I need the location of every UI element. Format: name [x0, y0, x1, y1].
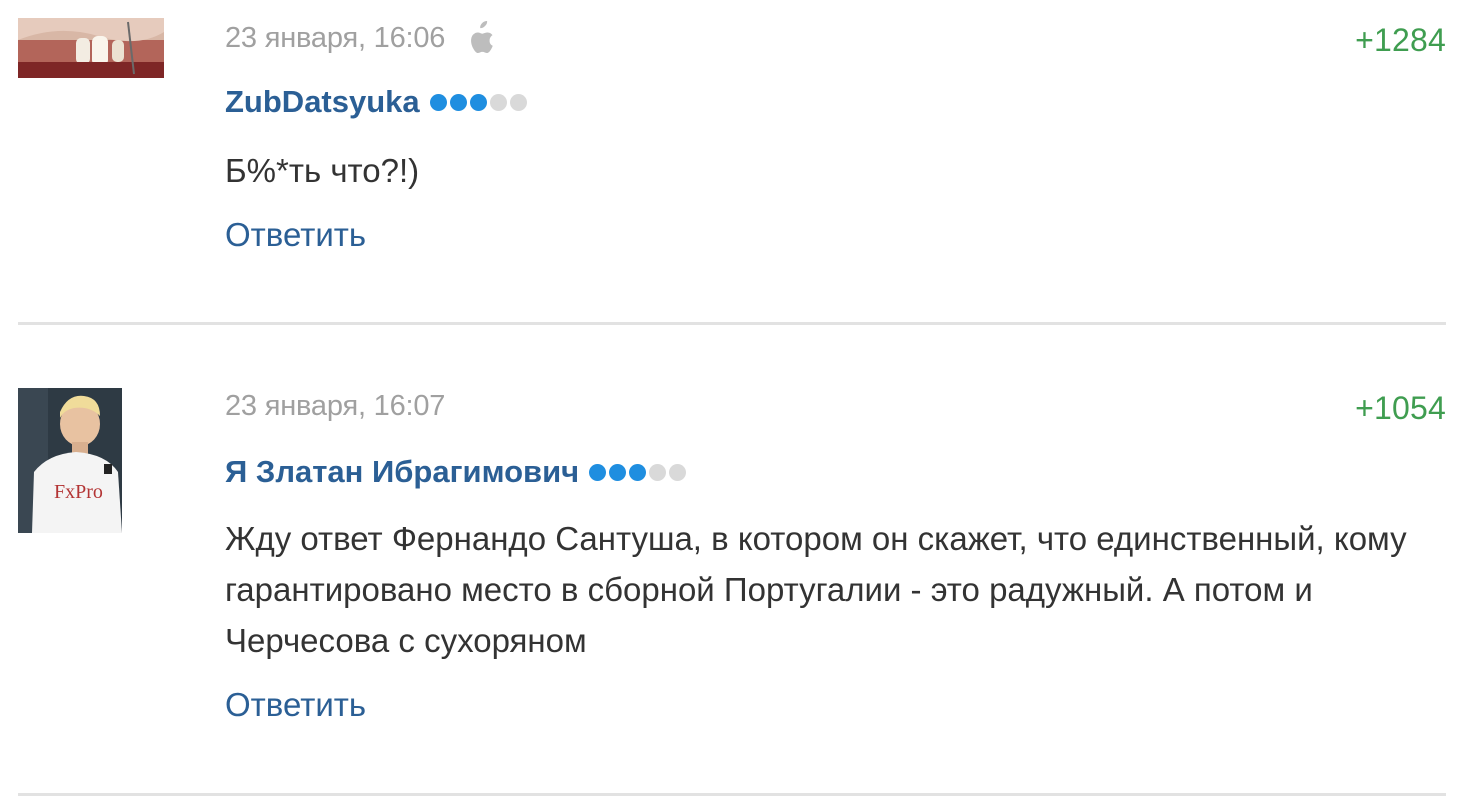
- rating-dot-filled: [589, 463, 607, 481]
- comment-item: 23 января, 16:06 +1284 ZubDatsyuka Б%*ть…: [0, 0, 1460, 326]
- comment-meta: 23 января, 16:06: [225, 16, 497, 60]
- comment-author: Я Златан Ибрагимович: [225, 450, 687, 494]
- rating-dot-filled: [629, 463, 647, 481]
- avatar[interactable]: [18, 18, 164, 78]
- rating-dot-empty: [489, 93, 507, 111]
- comment-text: Б%*ть что?!): [225, 152, 420, 189]
- comments-feed: 23 января, 16:06 +1284 ZubDatsyuka Б%*ть…: [0, 0, 1460, 807]
- avatar-image: [18, 18, 164, 78]
- comment-divider: [18, 322, 1446, 325]
- rating-dot-filled: [609, 463, 627, 481]
- avatar-image: FxPro: [18, 388, 122, 533]
- comment-item: FxPro 23 января, 16:07 +1054 Я Златан Иб…: [0, 326, 1460, 796]
- rating-dot-filled: [449, 93, 467, 111]
- user-rating: [589, 463, 687, 481]
- rating-dot-filled: [429, 93, 447, 111]
- username-link[interactable]: ZubDatsyuka: [225, 84, 420, 120]
- comment-meta: 23 января, 16:07: [225, 384, 445, 428]
- username-link[interactable]: Я Златан Ибрагимович: [225, 454, 579, 490]
- comment-score: +1284: [1355, 22, 1446, 58]
- apple-icon: [467, 20, 497, 56]
- rating-dot-empty: [669, 463, 687, 481]
- comment-author: ZubDatsyuka: [225, 80, 527, 124]
- comment-date: 23 января, 16:06: [225, 21, 446, 54]
- user-rating: [429, 93, 527, 111]
- reply-link[interactable]: Ответить: [225, 686, 366, 724]
- svg-text:FxPro: FxPro: [54, 481, 103, 503]
- rating-dot-empty: [649, 463, 667, 481]
- comment-text: Жду ответ Фернандо Сантуша, в котором он…: [225, 520, 1407, 659]
- rating-dot-filled: [469, 93, 487, 111]
- comment-score: +1054: [1355, 390, 1446, 426]
- comment-date: 23 января, 16:07: [225, 389, 446, 422]
- reply-link[interactable]: Ответить: [225, 216, 366, 254]
- rating-dot-empty: [509, 93, 527, 111]
- comment-divider: [18, 793, 1446, 796]
- avatar[interactable]: FxPro: [18, 388, 122, 533]
